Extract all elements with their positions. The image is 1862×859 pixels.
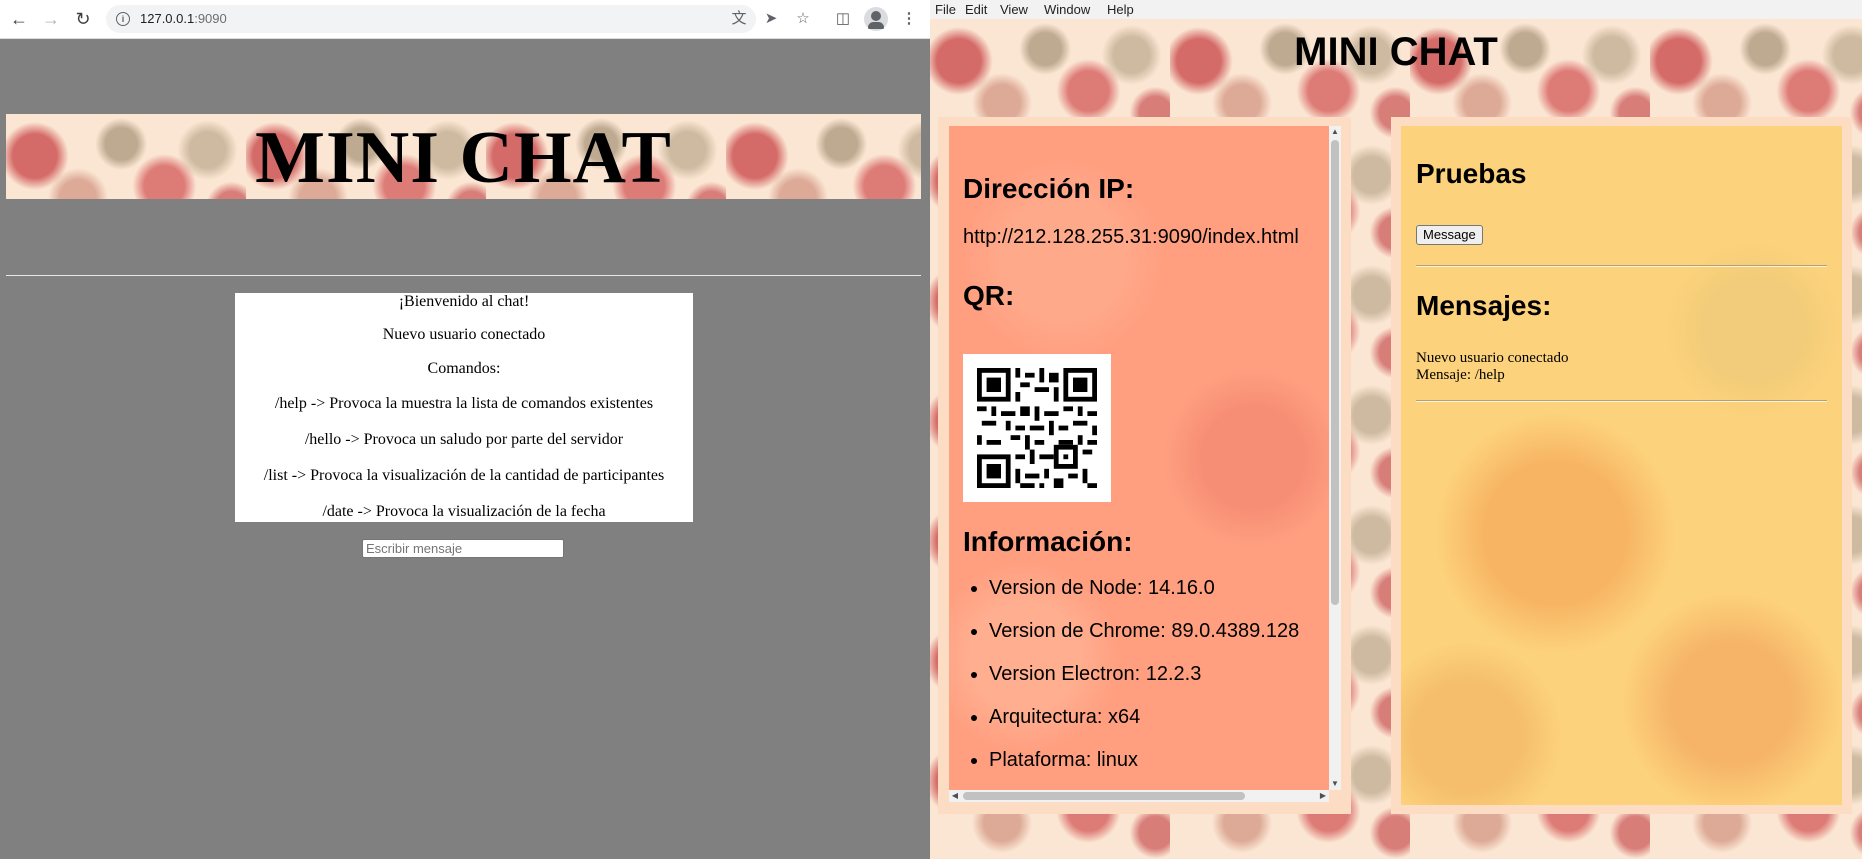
electron-app-window: File Edit View Window Help MINI CHAT Dir… [930, 0, 1862, 859]
scrollbar-thumb[interactable] [1331, 140, 1339, 605]
profile-icon[interactable] [864, 7, 888, 31]
chat-line: /hello -> Provoca un saludo por parte de… [304, 431, 624, 448]
url-host: 127.0.0.1 [140, 11, 195, 26]
info-icon[interactable]: i [116, 12, 130, 26]
address-bar[interactable]: i 127.0.0.1:9090 [106, 5, 756, 33]
scroll-up-icon[interactable]: ▲ [1329, 126, 1341, 138]
menu-help[interactable]: Help [1107, 0, 1134, 19]
browser-window: ← → ↻ i 127.0.0.1:9090 文 ➤ ☆ ◫ ⋮ MINI CH… [0, 0, 930, 859]
scroll-down-icon[interactable]: ▼ [1329, 778, 1341, 790]
message-line: Mensaje: /help [1416, 367, 1505, 383]
divider [6, 275, 921, 276]
info-item: Arquitectura: x64 [989, 705, 1299, 748]
chat-line: Nuevo usuario conectado [382, 326, 546, 343]
chat-line: ¡Bienvenido al chat! [398, 293, 530, 310]
qr-code [963, 354, 1111, 502]
menu-bar: File Edit View Window Help [930, 0, 1862, 19]
info-item: Version de Node: 14.16.0 [989, 576, 1299, 619]
tests-heading: Pruebas [1416, 158, 1527, 189]
translate-icon[interactable]: 文 [728, 8, 750, 30]
star-icon[interactable]: ☆ [792, 8, 814, 30]
message-input[interactable] [362, 539, 564, 558]
vertical-scrollbar[interactable]: ▲ ▼ [1329, 126, 1341, 790]
server-info-content: Dirección IP: http://212.128.255.31:9090… [949, 126, 1329, 790]
menu-view[interactable]: View [1000, 0, 1028, 19]
chat-line: /date -> Provoca la visualización de la … [322, 503, 606, 520]
send-icon[interactable]: ➤ [760, 8, 782, 30]
info-item: Plataforma: linux [989, 748, 1299, 790]
message-button[interactable]: Message [1416, 225, 1483, 245]
info-heading: Información: [963, 526, 1133, 557]
ip-url: http://212.128.255.31:9090/index.html [963, 226, 1299, 248]
horizontal-scrollbar[interactable]: ◀ ▶ [949, 790, 1329, 802]
more-menu-icon[interactable]: ⋮ [898, 8, 920, 30]
url-port: :9090 [194, 11, 227, 26]
qr-heading: QR: [963, 280, 1015, 311]
tests-content: Pruebas Message Mensajes: Nuevo usuario … [1401, 126, 1842, 805]
menu-window[interactable]: Window [1044, 0, 1090, 19]
browser-toolbar: ← → ↻ i 127.0.0.1:9090 文 ➤ ☆ ◫ ⋮ [0, 0, 930, 39]
message-line: Nuevo usuario conectado [1416, 350, 1569, 366]
side-panel-icon[interactable]: ◫ [832, 8, 854, 30]
divider [1416, 265, 1827, 267]
tests-panel: Pruebas Message Mensajes: Nuevo usuario … [1391, 117, 1852, 814]
menu-file[interactable]: File [935, 0, 956, 19]
reload-icon[interactable]: ↻ [72, 8, 94, 30]
chat-line: /list -> Provoca la visualización de la … [263, 467, 665, 484]
page-title: MINI CHAT [255, 117, 672, 199]
scrollbar-thumb[interactable] [963, 792, 1245, 800]
forward-arrow-icon[interactable]: → [40, 8, 62, 30]
ip-heading: Dirección IP: [963, 173, 1135, 204]
messages-log: Nuevo usuario conectado Mensaje: /help [1416, 350, 1568, 384]
scroll-left-icon[interactable]: ◀ [949, 790, 961, 802]
chat-line: /help -> Provoca la muestra la lista de … [274, 395, 654, 412]
menu-edit[interactable]: Edit [965, 0, 987, 19]
server-info-panel: Dirección IP: http://212.128.255.31:9090… [938, 117, 1351, 814]
app-title: MINI CHAT [1294, 30, 1498, 74]
messages-heading: Mensajes: [1416, 290, 1552, 321]
chat-log: ¡Bienvenido al chat! Nuevo usuario conec… [235, 293, 693, 522]
back-arrow-icon[interactable]: ← [8, 8, 30, 30]
divider [1416, 400, 1827, 402]
qr-code-image [977, 368, 1097, 488]
url-text: 127.0.0.1:9090 [140, 5, 227, 33]
info-item: Version Electron: 12.2.3 [989, 662, 1299, 705]
scroll-right-icon[interactable]: ▶ [1317, 790, 1329, 802]
info-list: Version de Node: 14.16.0 Version de Chro… [963, 576, 1299, 790]
page-banner: MINI CHAT [6, 114, 921, 199]
info-item: Version de Chrome: 89.0.4389.128 [989, 619, 1299, 662]
chat-line: Comandos: [427, 360, 501, 377]
